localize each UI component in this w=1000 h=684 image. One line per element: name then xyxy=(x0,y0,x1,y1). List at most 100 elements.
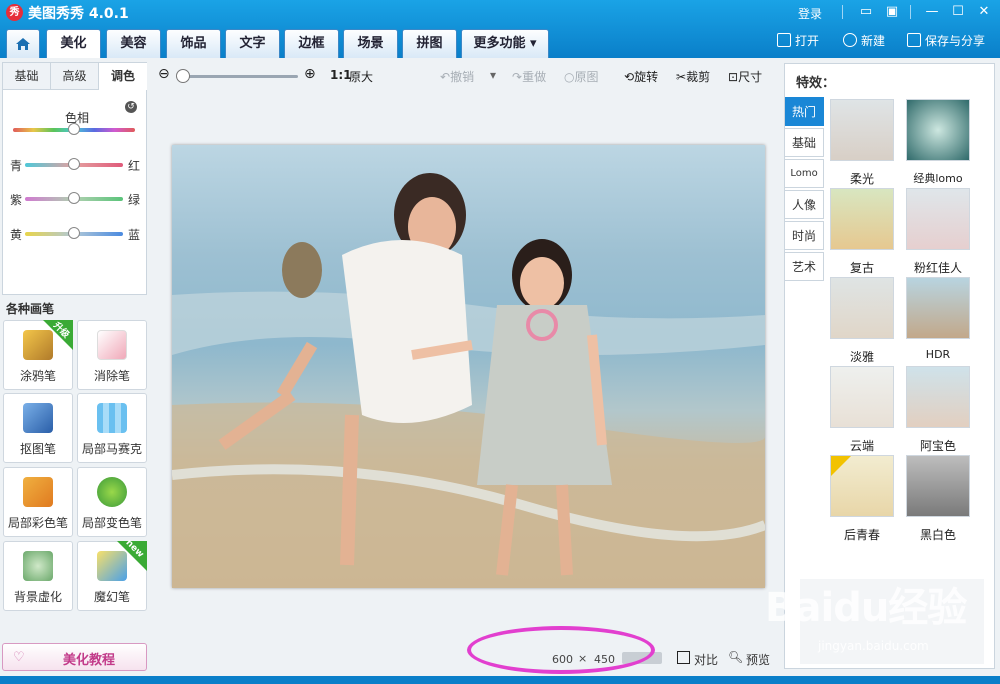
effect-label: 复古 xyxy=(849,261,874,275)
undo-button[interactable]: ↶撤销 xyxy=(440,68,474,85)
menu-icon[interactable]: ▣ xyxy=(882,3,902,21)
fx-tab-portrait[interactable]: 人像 xyxy=(785,190,824,219)
tab-scene[interactable]: 场景 xyxy=(343,29,398,58)
brush-cutout[interactable]: 抠图笔 xyxy=(3,393,73,463)
tab-more-features[interactable]: 更多功能 ▾ xyxy=(461,29,549,58)
new-button[interactable]: 新建 xyxy=(843,31,885,51)
subtab-color[interactable]: 调色 xyxy=(99,63,147,90)
minimize-icon[interactable]: — xyxy=(922,3,942,21)
effect-label: 淡雅 xyxy=(849,350,874,364)
fx-tab-lomo[interactable]: Lomo xyxy=(785,159,824,188)
resize-icon: ⊡ xyxy=(728,70,739,84)
size-label: 尺寸 xyxy=(738,70,763,84)
zoom-in-icon[interactable]: ⊕ xyxy=(304,66,316,82)
new-label: 新建 xyxy=(861,34,886,48)
zoom-out-icon[interactable]: ⊖ xyxy=(158,66,170,82)
rotate-label: 旋转 xyxy=(634,70,659,84)
effect-thumb-abao[interactable] xyxy=(906,366,970,428)
tab-frame[interactable]: 边框 xyxy=(284,29,339,58)
zoom-knob[interactable] xyxy=(176,69,190,83)
app-logo: 秀 xyxy=(6,4,23,21)
fx-tab-fashion[interactable]: 时尚 xyxy=(785,221,824,250)
compare-button[interactable]: 对比 xyxy=(694,651,718,668)
brush-label: 局部彩色笔 xyxy=(7,516,68,530)
magenta-green-slider[interactable] xyxy=(25,192,123,204)
subtab-basic[interactable]: 基础 xyxy=(3,63,51,90)
effect-label: 后青春 xyxy=(843,528,880,542)
slider-knob[interactable] xyxy=(68,158,80,170)
slider-label-cyan: 青 xyxy=(10,159,23,173)
close-icon[interactable]: ✕ xyxy=(974,3,994,21)
fx-tab-hot[interactable]: 热门 xyxy=(785,97,824,126)
effect-thumb-cloud[interactable] xyxy=(830,366,894,428)
resize-button[interactable]: ⊡尺寸 xyxy=(728,68,762,85)
brush-magic[interactable]: new 魔幻笔 xyxy=(77,538,147,611)
effect-thumb-retro[interactable] xyxy=(830,188,894,250)
brush-local-color[interactable]: 局部彩色笔 xyxy=(3,467,73,537)
tab-home[interactable] xyxy=(6,29,40,58)
effect-thumb-hdr[interactable] xyxy=(906,277,970,339)
save-share-label: 保存与分享 xyxy=(925,34,986,48)
maximize-icon[interactable]: ☐ xyxy=(948,3,968,21)
slider-label-magenta: 紫 xyxy=(10,193,23,207)
slider-knob[interactable] xyxy=(68,123,80,135)
yellow-blue-slider[interactable] xyxy=(25,227,123,239)
open-button[interactable]: 打开 xyxy=(777,31,819,51)
fx-tab-basic[interactable]: 基础 xyxy=(785,128,824,157)
blur-icon xyxy=(23,551,53,581)
original-size-button[interactable]: 原大 xyxy=(349,68,373,85)
brush-label: 局部马赛克 xyxy=(81,442,142,456)
open-label: 打开 xyxy=(795,34,820,48)
brush-mosaic[interactable]: 局部马赛克 xyxy=(77,393,147,463)
beach-photo xyxy=(172,173,765,588)
effect-thumb-soft-light[interactable] xyxy=(830,99,894,161)
original-button[interactable]: ○原图 xyxy=(564,68,599,85)
tab-beauty[interactable]: 美容 xyxy=(106,29,161,58)
fx-tab-art[interactable]: 艺术 xyxy=(785,252,824,281)
brush-label: 魔幻笔 xyxy=(93,590,130,604)
message-icon[interactable]: ▭ xyxy=(856,3,876,21)
separator xyxy=(910,5,911,19)
tab-accessories[interactable]: 饰品 xyxy=(166,29,221,58)
preview-button[interactable]: 预览 xyxy=(746,651,770,668)
effect-label: 柔光 xyxy=(849,172,874,186)
effect-label: 云端 xyxy=(849,439,874,453)
reset-icon[interactable]: ↺ xyxy=(125,101,137,113)
effect-thumb-bw[interactable] xyxy=(906,455,970,517)
effect-thumb-youth[interactable] xyxy=(830,455,894,517)
save-share-button[interactable]: 保存与分享 xyxy=(907,31,985,51)
brush-eraser[interactable]: 消除笔 xyxy=(77,320,147,390)
brush-color-change[interactable]: 局部变色笔 xyxy=(77,467,147,537)
app-title: 美图秀秀 4.0.1 xyxy=(28,6,129,22)
color-change-icon xyxy=(97,477,127,507)
effect-thumb-lomo[interactable] xyxy=(906,99,970,161)
original-label: 原图 xyxy=(574,70,599,84)
effect-thumb-pink[interactable] xyxy=(906,188,970,250)
tab-beautify[interactable]: 美化 xyxy=(46,29,101,59)
brush-bg-blur[interactable]: 背景虚化 xyxy=(3,541,73,611)
photo-canvas[interactable] xyxy=(172,145,765,588)
watermark-logo: Baidu经验 xyxy=(765,585,967,631)
tab-collage[interactable]: 拼图 xyxy=(402,29,457,58)
cyan-red-slider[interactable] xyxy=(25,158,123,170)
tutorial-button[interactable]: ♡ 美化教程 xyxy=(2,643,147,671)
undo-label: 撤销 xyxy=(450,70,475,84)
brush-label: 背景虚化 xyxy=(13,590,62,604)
slider-knob[interactable] xyxy=(68,227,80,239)
login-link[interactable]: 登录 xyxy=(798,5,822,22)
subtab-advanced[interactable]: 高级 xyxy=(51,63,99,90)
adjust-panel: 基础 高级 调色 色相 ↺ 青 红 紫 绿 黄 蓝 xyxy=(2,62,147,295)
crop-button[interactable]: ✂裁剪 xyxy=(676,68,710,85)
effect-label: 黑白色 xyxy=(919,528,956,542)
tab-text[interactable]: 文字 xyxy=(225,29,280,58)
bottom-strip xyxy=(0,676,1000,684)
zoom-slider[interactable] xyxy=(182,75,298,78)
undo-dropdown-icon[interactable]: ▾ xyxy=(490,68,496,82)
redo-button[interactable]: ↷重做 xyxy=(512,68,546,85)
hue-slider[interactable] xyxy=(13,123,135,135)
brush-doodle[interactable]: 升级 涂鸦笔 xyxy=(3,320,73,390)
rotate-button[interactable]: ⟲旋转 xyxy=(624,68,658,85)
preview-icon: 🔍︎ xyxy=(728,650,744,664)
slider-knob[interactable] xyxy=(68,192,80,204)
effect-thumb-elegant[interactable] xyxy=(830,277,894,339)
